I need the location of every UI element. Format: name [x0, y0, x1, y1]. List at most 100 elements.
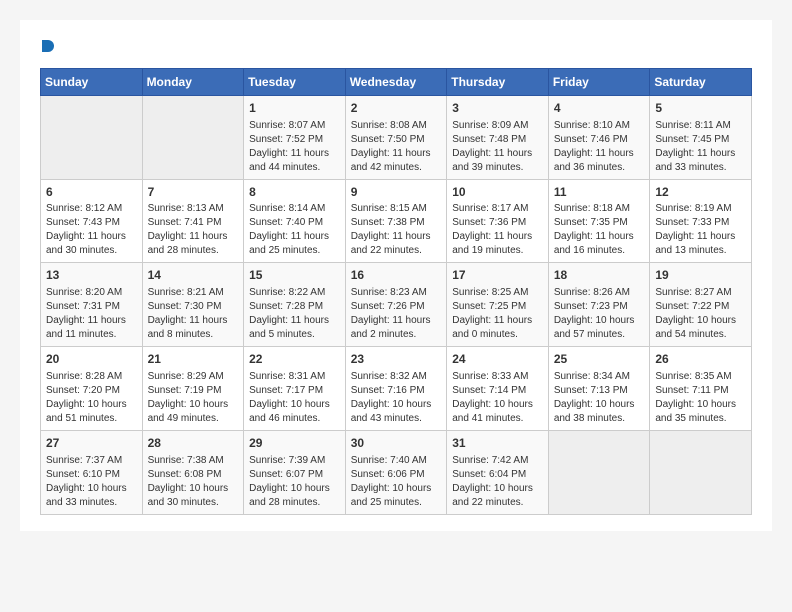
day-info: Sunrise: 8:32 AM Sunset: 7:16 PM Dayligh… [351, 370, 442, 426]
calendar-cell: 9Sunrise: 8:15 AM Sunset: 7:38 PM Daylig… [345, 179, 447, 263]
day-number: 17 [452, 267, 543, 284]
day-number: 3 [452, 100, 543, 117]
day-header: Sunday [41, 68, 143, 95]
day-number: 4 [554, 100, 645, 117]
calendar-cell: 23Sunrise: 8:32 AM Sunset: 7:16 PM Dayli… [345, 347, 447, 431]
calendar-cell [142, 95, 244, 179]
day-number: 19 [655, 267, 746, 284]
day-header: Saturday [650, 68, 752, 95]
day-number: 5 [655, 100, 746, 117]
header-row: SundayMondayTuesdayWednesdayThursdayFrid… [41, 68, 752, 95]
day-info: Sunrise: 8:34 AM Sunset: 7:13 PM Dayligh… [554, 370, 645, 426]
day-number: 18 [554, 267, 645, 284]
calendar-cell [41, 95, 143, 179]
day-info: Sunrise: 8:07 AM Sunset: 7:52 PM Dayligh… [249, 119, 340, 175]
calendar-cell: 13 Sunrise: 8:20 AM Sunset: 7:31 PM Dayli… [41, 263, 143, 347]
day-number: 24 [452, 351, 543, 368]
day-number: 16 [351, 267, 442, 284]
day-number: 13 [46, 267, 137, 284]
day-number: 25 [554, 351, 645, 368]
calendar-week: 20Sunrise: 8:28 AM Sunset: 7:20 PM Dayli… [41, 347, 752, 431]
logo [40, 36, 54, 56]
calendar-cell: 10Sunrise: 8:17 AM Sunset: 7:36 PM Dayli… [447, 179, 549, 263]
day-info: Sunrise: 8:26 AM Sunset: 7:23 PM Dayligh… [554, 286, 645, 342]
calendar-cell: 27Sunrise: 7:37 AM Sunset: 6:10 PM Dayli… [41, 430, 143, 514]
calendar-cell: 15Sunrise: 8:22 AM Sunset: 7:28 PM Dayli… [244, 263, 346, 347]
calendar-cell: 5 Sunrise: 8:11 AM Sunset: 7:45 PM Daylig… [650, 95, 752, 179]
day-number: 14 [148, 267, 239, 284]
day-info: Sunrise: 8:09 AM Sunset: 7:48 PM Dayligh… [452, 119, 543, 175]
day-number: 31 [452, 435, 543, 452]
calendar-cell: 12Sunrise: 8:19 AM Sunset: 7:33 PM Dayli… [650, 179, 752, 263]
day-info: Sunrise: 8:28 AM Sunset: 7:20 PM Dayligh… [46, 370, 137, 426]
day-info: Sunrise: 8:27 AM Sunset: 7:22 PM Dayligh… [655, 286, 746, 342]
day-number: 11 [554, 184, 645, 201]
day-info: Sunrise: 8:15 AM Sunset: 7:38 PM Dayligh… [351, 202, 442, 258]
day-header: Thursday [447, 68, 549, 95]
calendar-cell: 24 Sunrise: 8:33 AM Sunset: 7:14 PM Dayli… [447, 347, 549, 431]
calendar-cell: 30 Sunrise: 7:40 AM Sunset: 6:06 PM Dayli… [345, 430, 447, 514]
calendar-cell: 4Sunrise: 8:10 AM Sunset: 7:46 PM Daylig… [548, 95, 650, 179]
calendar-cell: 31 Sunrise: 7:42 AM Sunset: 6:04 PM Dayli… [447, 430, 549, 514]
day-info: Sunrise: 8:11 AM Sunset: 7:45 PM Dayligh… [655, 119, 746, 175]
day-info: Sunrise: 7:40 AM Sunset: 6:06 PM Dayligh… [351, 454, 442, 510]
day-number: 9 [351, 184, 442, 201]
day-number: 22 [249, 351, 340, 368]
day-header: Monday [142, 68, 244, 95]
calendar-cell [650, 430, 752, 514]
day-info: Sunrise: 8:14 AM Sunset: 7:40 PM Dayligh… [249, 202, 340, 258]
calendar-cell: 7Sunrise: 8:13 AM Sunset: 7:41 PM Daylig… [142, 179, 244, 263]
calendar-cell [548, 430, 650, 514]
day-number: 10 [452, 184, 543, 201]
calendar-cell: 16 Sunrise: 8:23 AM Sunset: 7:26 PM Dayli… [345, 263, 447, 347]
calendar-week: 1 Sunrise: 8:07 AM Sunset: 7:52 PM Daylig… [41, 95, 752, 179]
calendar-cell: 26 Sunrise: 8:35 AM Sunset: 7:11 PM Dayli… [650, 347, 752, 431]
day-info: Sunrise: 8:17 AM Sunset: 7:36 PM Dayligh… [452, 202, 543, 258]
day-header: Tuesday [244, 68, 346, 95]
day-number: 27 [46, 435, 137, 452]
day-number: 7 [148, 184, 239, 201]
calendar-cell: 18 Sunrise: 8:26 AM Sunset: 7:23 PM Dayli… [548, 263, 650, 347]
day-info: Sunrise: 8:31 AM Sunset: 7:17 PM Dayligh… [249, 370, 340, 426]
calendar-cell: 29Sunrise: 7:39 AM Sunset: 6:07 PM Dayli… [244, 430, 346, 514]
day-info: Sunrise: 8:12 AM Sunset: 7:43 PM Dayligh… [46, 202, 137, 258]
day-info: Sunrise: 8:18 AM Sunset: 7:35 PM Dayligh… [554, 202, 645, 258]
calendar-cell: 2Sunrise: 8:08 AM Sunset: 7:50 PM Daylig… [345, 95, 447, 179]
calendar-cell: 3 Sunrise: 8:09 AM Sunset: 7:48 PM Daylig… [447, 95, 549, 179]
calendar-cell: 14 Sunrise: 8:21 AM Sunset: 7:30 PM Dayli… [142, 263, 244, 347]
day-number: 8 [249, 184, 340, 201]
calendar-cell: 21 Sunrise: 8:29 AM Sunset: 7:19 PM Dayli… [142, 347, 244, 431]
day-number: 21 [148, 351, 239, 368]
day-number: 2 [351, 100, 442, 117]
header [40, 36, 752, 56]
calendar-cell: 8Sunrise: 8:14 AM Sunset: 7:40 PM Daylig… [244, 179, 346, 263]
day-number: 30 [351, 435, 442, 452]
day-info: Sunrise: 8:19 AM Sunset: 7:33 PM Dayligh… [655, 202, 746, 258]
calendar-cell: 20Sunrise: 8:28 AM Sunset: 7:20 PM Dayli… [41, 347, 143, 431]
day-number: 15 [249, 267, 340, 284]
day-header: Wednesday [345, 68, 447, 95]
logo-icon [42, 40, 54, 52]
calendar-cell: 17Sunrise: 8:25 AM Sunset: 7:25 PM Dayli… [447, 263, 549, 347]
day-number: 26 [655, 351, 746, 368]
calendar-cell: 11Sunrise: 8:18 AM Sunset: 7:35 PM Dayli… [548, 179, 650, 263]
day-info: Sunrise: 8:21 AM Sunset: 7:30 PM Dayligh… [148, 286, 239, 342]
day-info: Sunrise: 7:42 AM Sunset: 6:04 PM Dayligh… [452, 454, 543, 510]
calendar-cell: 1 Sunrise: 8:07 AM Sunset: 7:52 PM Daylig… [244, 95, 346, 179]
day-number: 6 [46, 184, 137, 201]
calendar-cell: 6Sunrise: 8:12 AM Sunset: 7:43 PM Daylig… [41, 179, 143, 263]
day-info: Sunrise: 8:29 AM Sunset: 7:19 PM Dayligh… [148, 370, 239, 426]
calendar-table: SundayMondayTuesdayWednesdayThursdayFrid… [40, 68, 752, 515]
day-info: Sunrise: 8:23 AM Sunset: 7:26 PM Dayligh… [351, 286, 442, 342]
day-number: 12 [655, 184, 746, 201]
calendar-cell: 19 Sunrise: 8:27 AM Sunset: 7:22 PM Dayli… [650, 263, 752, 347]
day-info: Sunrise: 8:35 AM Sunset: 7:11 PM Dayligh… [655, 370, 746, 426]
day-info: Sunrise: 7:38 AM Sunset: 6:08 PM Dayligh… [148, 454, 239, 510]
calendar-cell: 28Sunrise: 7:38 AM Sunset: 6:08 PM Dayli… [142, 430, 244, 514]
day-info: Sunrise: 8:13 AM Sunset: 7:41 PM Dayligh… [148, 202, 239, 258]
calendar-week: 13 Sunrise: 8:20 AM Sunset: 7:31 PM Dayli… [41, 263, 752, 347]
day-info: Sunrise: 8:33 AM Sunset: 7:14 PM Dayligh… [452, 370, 543, 426]
day-number: 1 [249, 100, 340, 117]
day-info: Sunrise: 7:39 AM Sunset: 6:07 PM Dayligh… [249, 454, 340, 510]
day-info: Sunrise: 8:20 AM Sunset: 7:31 PM Dayligh… [46, 286, 137, 342]
